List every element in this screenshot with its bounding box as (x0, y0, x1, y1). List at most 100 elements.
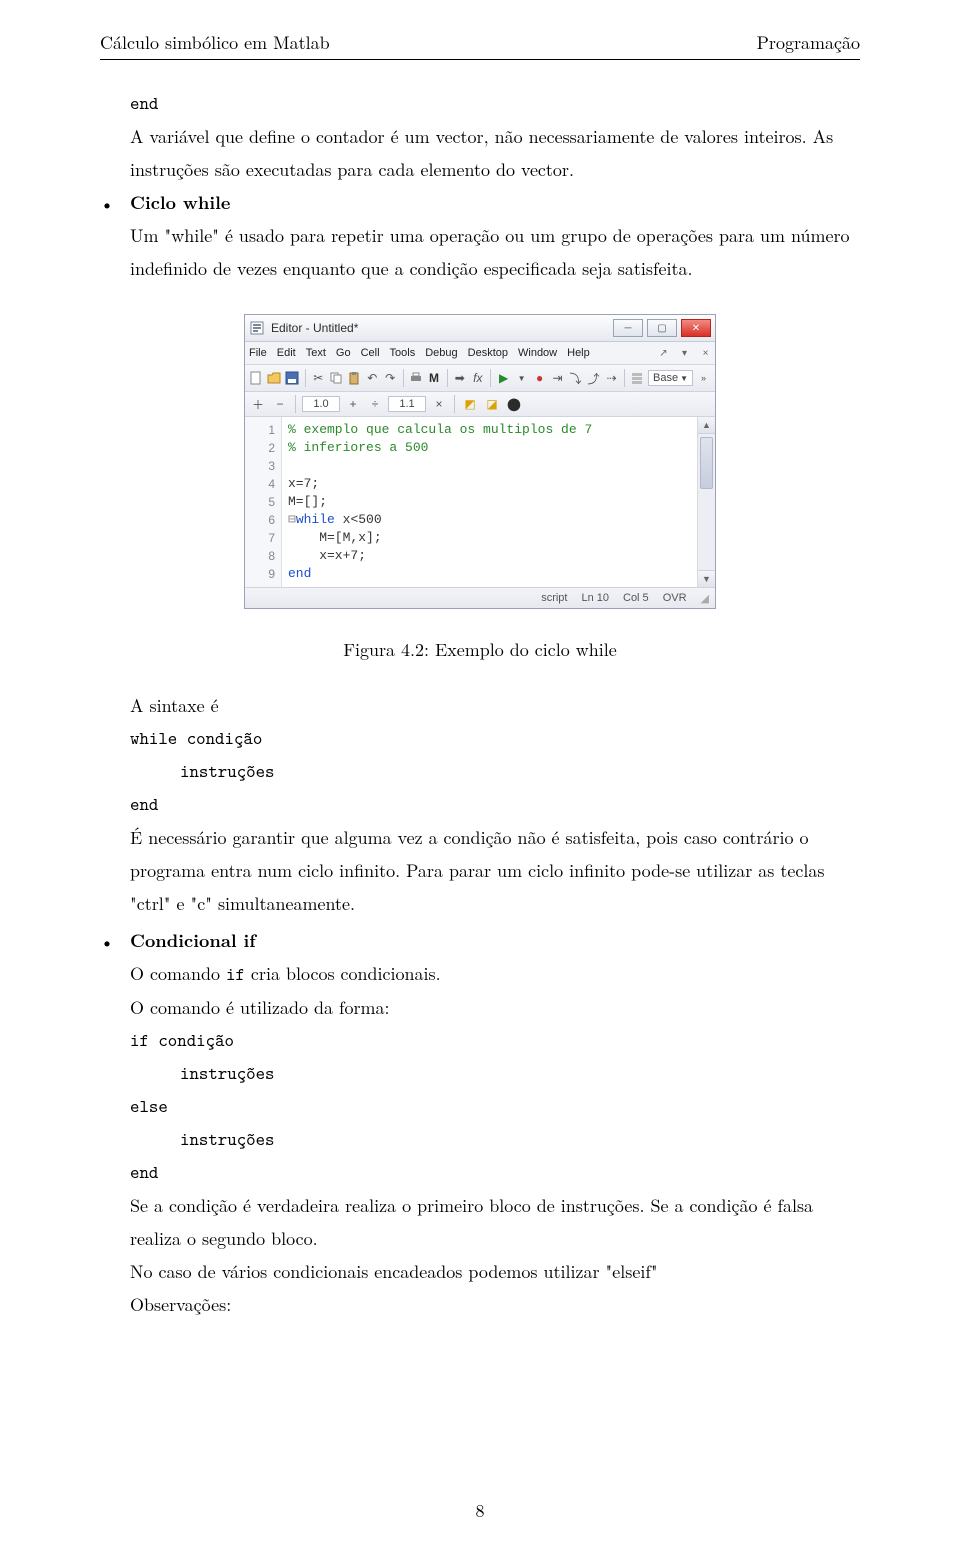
cell-mode-icon-2[interactable]: ◪ (483, 395, 501, 413)
menu-cell[interactable]: Cell (361, 347, 380, 359)
open-file-icon[interactable] (267, 369, 282, 387)
code-line: % inferiores a 500 (288, 440, 428, 455)
vertical-scrollbar[interactable]: ▲ ▼ (697, 417, 715, 587)
menu-desktop[interactable]: Desktop (468, 347, 508, 359)
divide-icon[interactable]: ÷ (366, 395, 384, 413)
toolbar: ✂ ↶ ↷ M ➡ fx ▶ ▼ ● ⇥ ⤵ ⤴ ⇢ Base ▼ » (245, 365, 715, 392)
toolbar-overflow-icon[interactable]: » (696, 369, 711, 387)
paragraph: O comando é utilizado da forma: (130, 994, 860, 1021)
cell-minus-icon[interactable]: − (271, 395, 289, 413)
code-line: if condição (130, 1027, 860, 1054)
line-number: 7 (249, 529, 275, 547)
paragraph: programa entra num ciclo infinito. Para … (130, 857, 860, 884)
paragraph: A sintaxe é (130, 692, 860, 719)
arrow-right-icon[interactable]: ➡ (452, 369, 467, 387)
cell-plus-icon[interactable]: ＋ (249, 395, 267, 413)
line-number: 6 (249, 511, 275, 529)
status-line: Ln 10 (581, 592, 609, 604)
page: Cálculo simbólico em Matlab Programação … (0, 0, 960, 1553)
minimize-button[interactable]: ─ (613, 319, 643, 337)
step-out-icon[interactable]: ⤴ (586, 369, 601, 387)
code-editor[interactable]: % exemplo que calcula os multiplos de 7 … (282, 417, 697, 587)
scroll-up-icon[interactable]: ▲ (698, 417, 715, 434)
menu-tools[interactable]: Tools (390, 347, 416, 359)
resize-grip-icon[interactable]: ◢ (701, 592, 709, 605)
titlebar-title: Editor - Untitled* (271, 321, 613, 335)
editor-title-icon (249, 320, 265, 336)
paragraph: Observações: (130, 1291, 860, 1318)
workspace-selector[interactable]: Base ▼ (648, 370, 693, 386)
code-line: M=[]; (288, 494, 327, 509)
publish-icon[interactable]: ⬤ (505, 395, 523, 413)
close-button[interactable]: ✕ (681, 319, 711, 337)
dock-menu-icon[interactable]: ▾ (679, 348, 690, 359)
bullet-title: Ciclo while (130, 189, 860, 216)
line-gutter: 1 2 3 4 5 6 7 8 9 (245, 417, 282, 587)
header-rule (100, 59, 860, 60)
cut-icon[interactable]: ✂ (311, 369, 326, 387)
save-icon[interactable] (285, 369, 300, 387)
figure-caption: Figura 4.2: Exemplo do ciclo while (100, 637, 860, 662)
line-number: 9 (249, 565, 275, 583)
times-icon[interactable]: × (430, 395, 448, 413)
redo-icon[interactable]: ↷ (383, 369, 398, 387)
toolbar-separator (454, 395, 455, 413)
code-keyword: while (296, 512, 335, 527)
paragraph: "ctrl" e "c" simultaneamente. (130, 890, 860, 917)
menubar: File Edit Text Go Cell Tools Debug Deskt… (245, 342, 715, 365)
line-number: 4 (249, 475, 275, 493)
paste-icon[interactable] (347, 369, 362, 387)
find-icon[interactable]: M (427, 369, 442, 387)
scroll-down-icon[interactable]: ▼ (698, 570, 715, 587)
stack-icon[interactable] (630, 369, 645, 387)
code-line: x=7; (288, 476, 319, 491)
menu-edit[interactable]: Edit (277, 347, 296, 359)
breakpoint-icon[interactable]: ● (532, 369, 547, 387)
toolbar-separator (403, 369, 404, 387)
code-keyword: end (288, 566, 311, 581)
cell-toolbar: ＋ − 1.0 + ÷ 1.1 × ◩ ◪ ⬤ (245, 392, 715, 417)
step-icon[interactable]: ⇥ (550, 369, 565, 387)
cell-mode-icon[interactable]: ◩ (461, 395, 479, 413)
print-icon[interactable] (409, 369, 424, 387)
paragraph: Se a condição é verdadeira realiza o pri… (130, 1192, 860, 1219)
menu-file[interactable]: File (249, 347, 267, 359)
multiply-field[interactable]: 1.1 (388, 396, 426, 412)
plus-icon[interactable]: + (344, 395, 362, 413)
toolbar-separator (295, 395, 296, 413)
increment-field[interactable]: 1.0 (302, 396, 340, 412)
menu-debug[interactable]: Debug (425, 347, 457, 359)
fold-icon[interactable]: ⊟ (288, 512, 296, 527)
maximize-button[interactable]: ▢ (647, 319, 677, 337)
menu-go[interactable]: Go (336, 347, 351, 359)
undo-icon[interactable]: ↶ (365, 369, 380, 387)
matlab-editor-window: Editor - Untitled* ─ ▢ ✕ File Edit Text … (244, 314, 716, 609)
menu-window[interactable]: Window (518, 347, 557, 359)
toolbar-separator (624, 369, 625, 387)
code-end: end (130, 90, 860, 117)
scroll-thumb[interactable] (700, 437, 713, 489)
copy-icon[interactable] (329, 369, 344, 387)
run-icon[interactable]: ▶ (496, 369, 511, 387)
continue-icon[interactable]: ⇢ (604, 369, 619, 387)
new-file-icon[interactable] (249, 369, 264, 387)
bullet-marker: • (100, 927, 130, 1324)
code-line: instruções (130, 1126, 860, 1153)
workspace-label: Base (653, 372, 678, 384)
undock-icon[interactable]: ↗ (658, 348, 669, 359)
line-number: 2 (249, 439, 275, 457)
paragraph: É necessário garantir que alguma vez a c… (130, 824, 860, 851)
step-in-icon[interactable]: ⤵ (568, 369, 583, 387)
run-dropdown-icon[interactable]: ▼ (514, 369, 529, 387)
status-ovr: OVR (663, 592, 687, 604)
code-line: x=x+7; (288, 548, 366, 563)
code-line: instruções (130, 1060, 860, 1087)
menu-text[interactable]: Text (306, 347, 326, 359)
code-area: 1 2 3 4 5 6 7 8 9 % exemplo que calcula … (245, 417, 715, 587)
dock-close-icon[interactable]: × (700, 348, 711, 359)
toolbar-separator (490, 369, 491, 387)
page-header: Cálculo simbólico em Matlab Programação (100, 30, 860, 55)
function-icon[interactable]: fx (470, 369, 485, 387)
code-line: x<500 (335, 512, 382, 527)
menu-help[interactable]: Help (567, 347, 590, 359)
